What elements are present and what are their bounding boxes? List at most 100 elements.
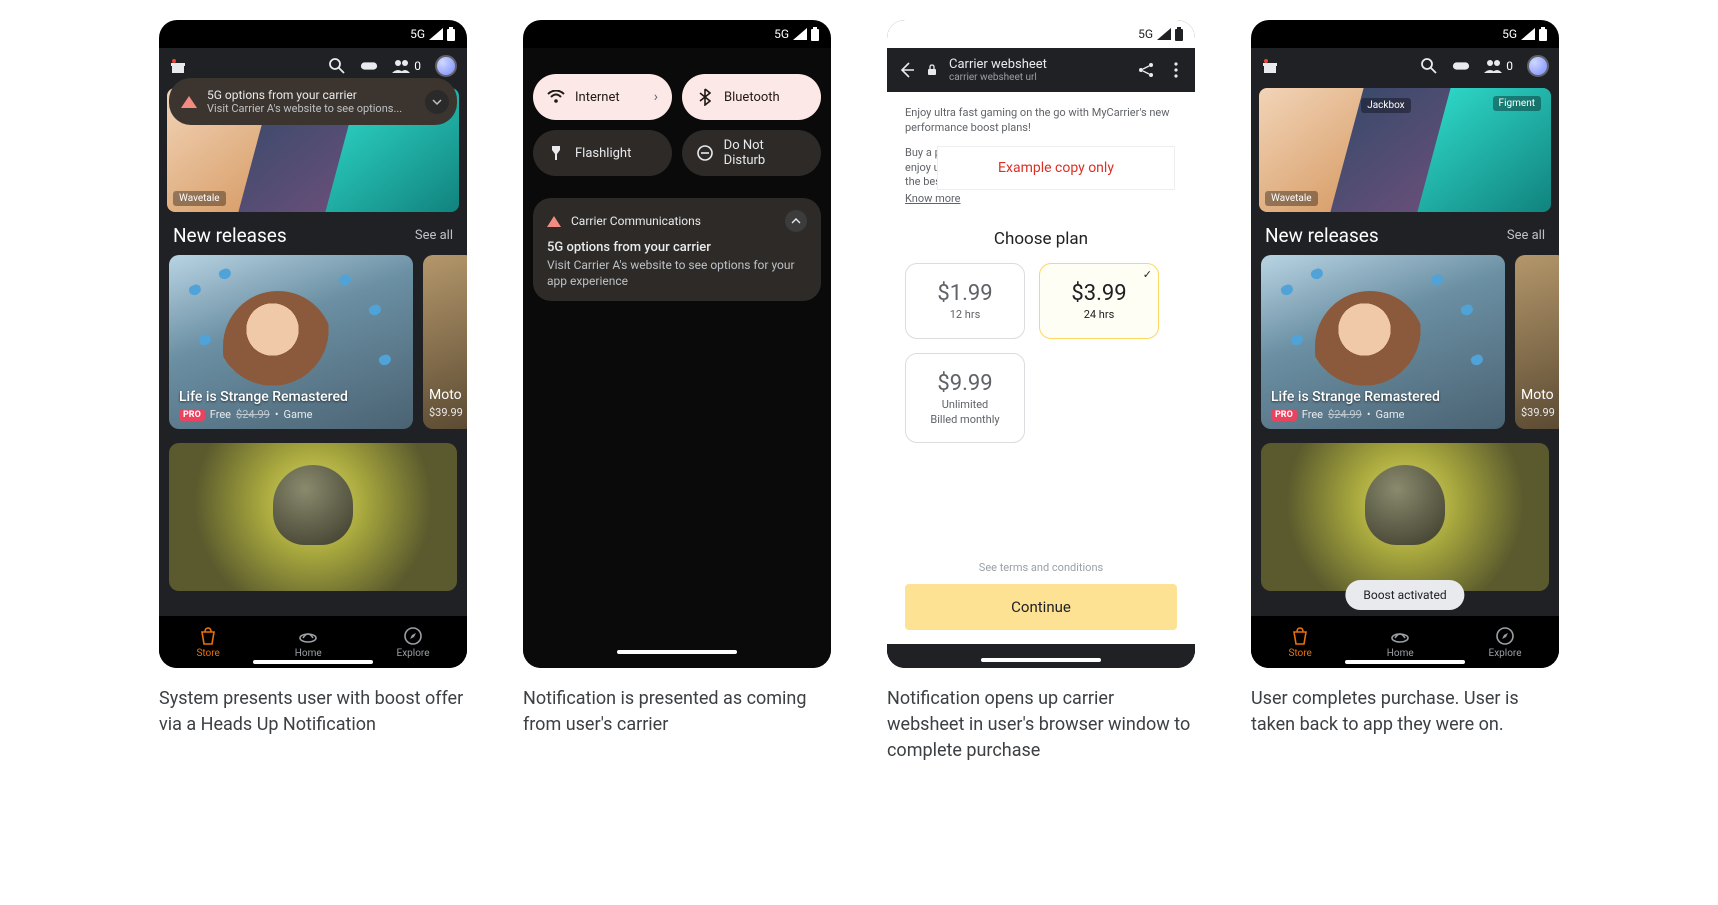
bottom-nav: Store Home Explore xyxy=(159,616,467,668)
gesture-handle[interactable] xyxy=(617,650,737,654)
phone-4: 5G 0 Wavetale Jackb xyxy=(1251,20,1559,668)
qs-dnd-label: Do Not Disturb xyxy=(724,138,807,168)
know-more-link[interactable]: Know more xyxy=(905,192,1177,205)
storefront: 0 Wavetale Jackbox Figment New releases … xyxy=(1251,48,1559,668)
expand-icon[interactable] xyxy=(425,90,449,114)
home-icon xyxy=(298,626,318,646)
hero-title-1: Wavetale xyxy=(173,191,226,206)
gift-icon[interactable] xyxy=(1261,57,1279,75)
back-icon[interactable] xyxy=(897,61,915,79)
wifi-icon xyxy=(547,88,565,106)
flashlight-icon xyxy=(547,144,565,162)
continue-button[interactable]: Continue xyxy=(905,584,1177,630)
heads-up-notification[interactable]: 5G options from your carrier Visit Carri… xyxy=(169,78,457,125)
game-title-2: Moto xyxy=(1521,387,1554,403)
collapse-icon[interactable] xyxy=(785,210,807,232)
friends-count[interactable]: 0 xyxy=(1484,59,1513,73)
nav-store[interactable]: Store xyxy=(196,626,219,659)
section-header: New releases See all xyxy=(159,220,467,255)
game-title: Life is Strange Remastered xyxy=(1271,389,1495,405)
cards-row: Life is Strange Remastered PRO Free $24.… xyxy=(159,255,467,429)
check-icon: ✓ xyxy=(1143,268,1152,281)
phone-3: 5G Carrier websheet carrier websheet url xyxy=(887,20,1195,668)
gesture-handle[interactable] xyxy=(981,658,1101,662)
hun-title: 5G options from your carrier xyxy=(207,88,402,102)
websheet-url: carrier websheet url xyxy=(949,72,1125,83)
websheet: Carrier websheet carrier websheet url En… xyxy=(887,48,1195,668)
avatar[interactable] xyxy=(435,55,457,77)
chevron-right-icon: › xyxy=(654,89,658,105)
notification-card[interactable]: Carrier Communications 5G options from y… xyxy=(533,198,821,301)
game-card-2[interactable]: Moto $39.99 xyxy=(423,255,467,429)
qs-internet-label: Internet xyxy=(575,90,620,105)
plan-grid: $1.99 12 hrs ✓ $3.99 24 hrs $9.99 Unlimi… xyxy=(905,263,1177,443)
phone-1: 5G 5G options from your carrier Visit Ca… xyxy=(159,20,467,668)
hero-title-2: Jackbox xyxy=(1361,98,1410,113)
section-title: New releases xyxy=(173,224,287,247)
phone-2: 5G Internet › Bluetooth xyxy=(523,20,831,668)
battery-icon xyxy=(1539,27,1547,41)
explore-icon xyxy=(1495,626,1515,646)
notification-app-icon xyxy=(547,216,561,227)
nav-explore[interactable]: Explore xyxy=(397,626,430,659)
choose-plan-heading: Choose plan xyxy=(905,229,1177,249)
net-label: 5G xyxy=(1138,27,1153,41)
controller-icon[interactable] xyxy=(360,57,378,75)
notification-app-name: Carrier Communications xyxy=(571,214,701,228)
notification-body: Visit Carrier A's website to see options… xyxy=(547,257,807,289)
plan-option-1[interactable]: $1.99 12 hrs xyxy=(905,263,1025,339)
explore-icon xyxy=(403,626,423,646)
signal-icon xyxy=(1521,28,1535,40)
nav-store[interactable]: Store xyxy=(1288,626,1311,659)
qs-flashlight[interactable]: Flashlight xyxy=(533,130,672,176)
price-2: $39.99 xyxy=(429,406,463,419)
controller-icon[interactable] xyxy=(1452,57,1470,75)
plan-option-2[interactable]: ✓ $3.99 24 hrs xyxy=(1039,263,1159,339)
status-bar: 5G xyxy=(523,20,831,48)
example-copy-overlay: Example copy only xyxy=(937,146,1175,190)
category: Game xyxy=(1376,408,1405,421)
qs-internet[interactable]: Internet › xyxy=(533,74,672,120)
game-card-1[interactable]: Life is Strange Remastered PRO Free $24.… xyxy=(1261,255,1505,429)
col-3: 5G Carrier websheet carrier websheet url xyxy=(887,20,1195,764)
terms-link[interactable]: See terms and conditions xyxy=(905,561,1177,574)
signal-icon xyxy=(429,28,443,40)
net-label: 5G xyxy=(774,27,789,41)
nav-explore[interactable]: Explore xyxy=(1489,626,1522,659)
game-card-3[interactable] xyxy=(1261,443,1549,591)
gesture-handle[interactable] xyxy=(1345,660,1465,664)
status-bar: 5G xyxy=(887,20,1195,48)
more-icon[interactable] xyxy=(1167,61,1185,79)
qs-dnd[interactable]: Do Not Disturb xyxy=(682,130,821,176)
avatar[interactable] xyxy=(1527,55,1549,77)
hero-carousel[interactable]: Wavetale Jackbox Figment xyxy=(1259,88,1551,212)
home-icon xyxy=(1390,626,1410,646)
nav-home[interactable]: Home xyxy=(295,626,322,659)
qs-bt-label: Bluetooth xyxy=(724,90,780,105)
qs-bluetooth[interactable]: Bluetooth xyxy=(682,74,821,120)
game-card-1[interactable]: Life is Strange Remastered PRO Free $24.… xyxy=(169,255,413,429)
caption-3: Notification opens up carrier websheet i… xyxy=(887,686,1195,764)
pro-badge: PRO xyxy=(1271,409,1297,421)
search-icon[interactable] xyxy=(1420,57,1438,75)
see-all-link[interactable]: See all xyxy=(1507,228,1545,243)
notification-app-icon xyxy=(181,96,197,108)
game-card-3[interactable] xyxy=(169,443,457,591)
caption-4: User completes purchase. User is taken b… xyxy=(1251,686,1559,738)
nav-home[interactable]: Home xyxy=(1387,626,1414,659)
hero-title-1: Wavetale xyxy=(1265,191,1318,206)
store-icon xyxy=(198,626,218,646)
share-icon[interactable] xyxy=(1137,61,1155,79)
search-icon[interactable] xyxy=(328,57,346,75)
friends-count[interactable]: 0 xyxy=(392,59,421,73)
plan-option-3[interactable]: $9.99 Unlimited Billed monthly xyxy=(905,353,1025,443)
bottom-nav: Store Home Explore xyxy=(1251,616,1559,668)
price-strike: $24.99 xyxy=(236,408,270,421)
game-card-2[interactable]: Moto $39.99 xyxy=(1515,255,1559,429)
notification-title: 5G options from your carrier xyxy=(547,240,807,255)
gesture-handle[interactable] xyxy=(253,660,373,664)
gift-icon[interactable] xyxy=(169,57,187,75)
net-label: 5G xyxy=(1502,27,1517,41)
store-icon xyxy=(1290,626,1310,646)
see-all-link[interactable]: See all xyxy=(415,228,453,243)
